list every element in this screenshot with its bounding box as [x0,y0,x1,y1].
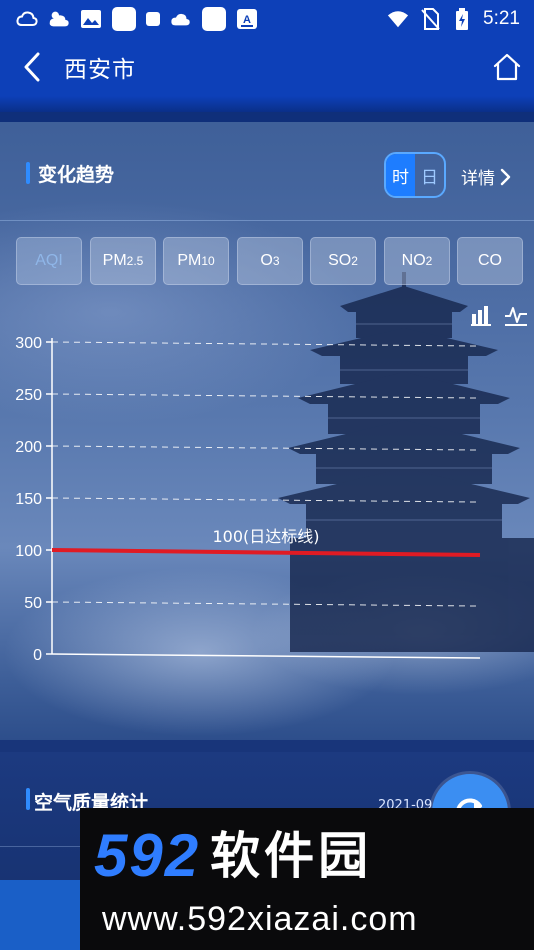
y-tick-label: 300 [15,335,42,352]
gridline [51,497,477,503]
status-bar: A 5:21 [0,0,534,38]
gridline [51,341,477,347]
svg-text:A: A [243,14,251,26]
wifi-icon [387,8,409,30]
cloud-icon [16,8,38,30]
y-tick-label: 0 [33,647,42,664]
y-tick-label: 100 [15,543,42,560]
nav-bar: 西安市 [0,38,534,96]
gridline [51,601,477,607]
app-icon [202,7,226,31]
home-button[interactable] [488,48,526,86]
y-tick-label: 200 [15,439,42,456]
section-accent-bar [26,788,30,810]
battery-icon [451,8,473,30]
y-tick-label: 150 [15,491,42,508]
partly-cloudy-icon [48,8,70,30]
image-icon [80,8,102,30]
cloud-icon [170,8,192,30]
status-time: 5:21 [483,8,520,29]
reference-line [51,548,481,557]
back-button[interactable] [0,38,64,96]
font-icon: A [236,8,258,30]
app-icon [112,7,136,31]
no-sim-icon [419,8,441,30]
x-axis [51,653,481,659]
y-tick-label: 250 [15,387,42,404]
app-header: A 5:21 西安市 [0,0,534,112]
gridline [51,445,477,451]
page-title: 西安市 [64,57,136,83]
watermark-number: 592 [94,822,201,889]
y-tick-label: 50 [24,595,42,612]
watermark-name: 软件园 [210,827,373,885]
watermark: 592 软件园 www.592xiazai.com [80,808,534,950]
watermark-url: www.592xiazai.com [102,900,418,938]
app-icon [146,12,160,26]
gridline [51,393,477,399]
reference-line-label: 100(日达标线) [212,527,319,546]
home-icon [493,53,521,81]
chevron-left-icon [24,52,40,82]
